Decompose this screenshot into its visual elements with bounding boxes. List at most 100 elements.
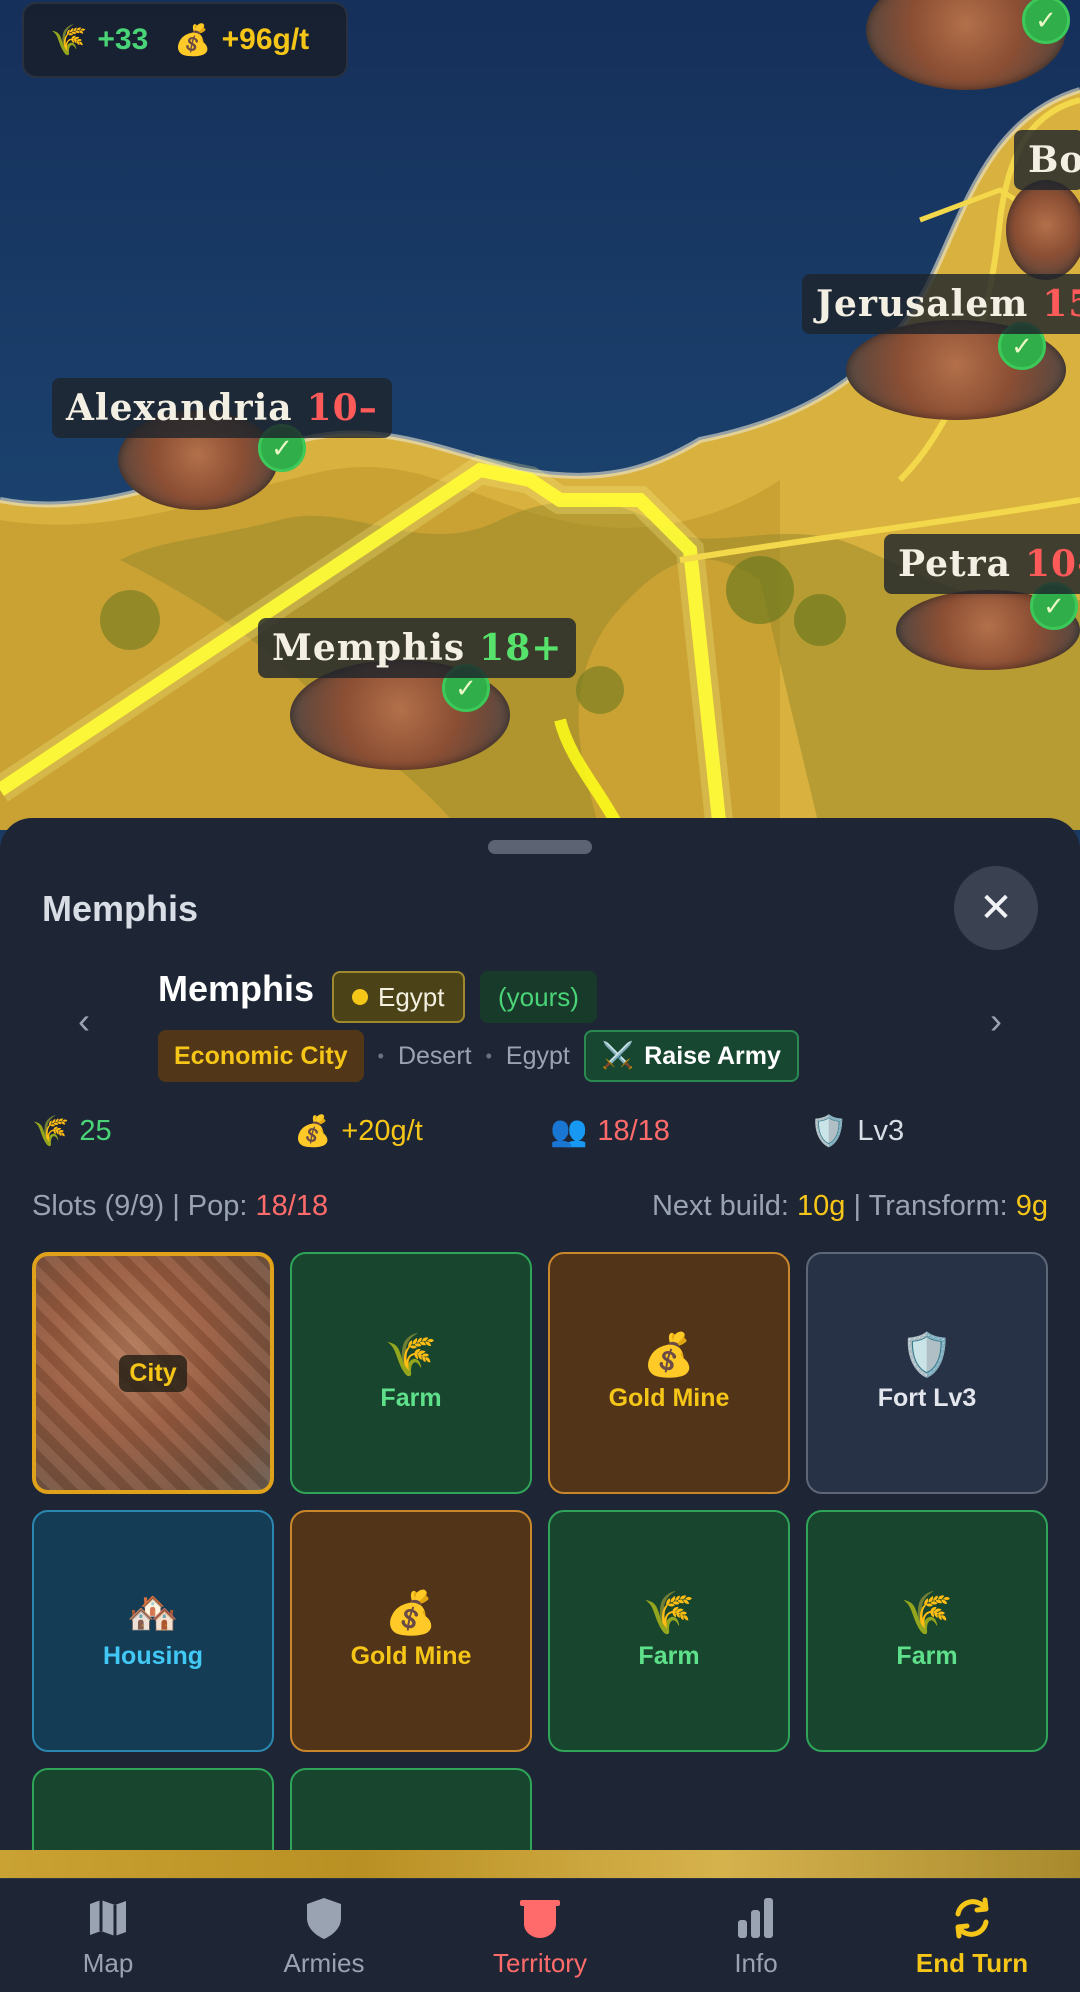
- slot-farm[interactable]: 🌾 Farm: [290, 1252, 532, 1494]
- map-label-level: 10–: [1024, 543, 1080, 585]
- refresh-icon: [955, 1897, 989, 1938]
- nav-end-turn[interactable]: End Turn: [864, 1879, 1080, 1992]
- slot-farm[interactable]: [32, 1768, 274, 1850]
- slot-label: Housing: [103, 1641, 203, 1670]
- money-bag-icon: 💰: [384, 1587, 438, 1637]
- nav-end-turn-label: End Turn: [915, 1947, 1029, 1978]
- sheet-drag-handle[interactable]: [488, 840, 592, 854]
- prev-city-button[interactable]: ‹: [64, 1000, 104, 1042]
- slots-summary: Slots (9/9) | Pop: 18/18: [32, 1190, 328, 1223]
- slot-label: Gold Mine: [350, 1641, 472, 1670]
- close-button[interactable]: ✕: [954, 866, 1038, 950]
- wheat-icon: 🌾: [384, 1329, 438, 1379]
- stat-population-value: 18/18: [597, 1115, 670, 1147]
- raise-army-label: Raise Army: [644, 1041, 781, 1070]
- slot-farm[interactable]: 🌾 Farm: [806, 1510, 1048, 1752]
- city-type-badge: Economic City: [158, 1030, 364, 1082]
- nav-map[interactable]: Map: [0, 1879, 216, 1992]
- terrain-label: Desert: [397, 1041, 472, 1070]
- nav-territory-label: Territory: [493, 1947, 587, 1978]
- next-build-cost: 10g: [797, 1190, 846, 1222]
- build-separator: |: [853, 1190, 862, 1222]
- nav-armies[interactable]: Armies: [216, 1879, 432, 1992]
- stat-fort: 🛡️ Lv3: [810, 1114, 904, 1149]
- build-cost-summary: Next build: 10g | Transform: 9g: [652, 1190, 1048, 1223]
- stat-food-value: 25: [79, 1115, 112, 1147]
- city-name: Memphis: [158, 968, 315, 1009]
- sheet-title: Memphis: [42, 888, 199, 929]
- slot-fort[interactable]: 🛡️ Fort Lv3: [806, 1252, 1048, 1494]
- houses-icon: 🏘️: [126, 1587, 180, 1637]
- nav-territory[interactable]: Territory: [432, 1879, 648, 1992]
- map-label-name: Alexandria: [66, 387, 293, 429]
- stat-population: 👥 18/18: [550, 1114, 670, 1149]
- region-label: Egypt: [505, 1041, 570, 1070]
- map-label-petra[interactable]: Petra 10–: [884, 534, 1080, 594]
- nation-color-dot: [352, 989, 368, 1005]
- slot-label: City: [119, 1354, 187, 1392]
- wheat-icon: 🌾: [32, 1114, 70, 1149]
- map-label-jerusalem[interactable]: Jerusalem 15: [802, 274, 1080, 334]
- stat-fort-value: Lv3: [857, 1115, 905, 1147]
- slot-gold-mine[interactable]: 💰 Gold Mine: [290, 1510, 532, 1752]
- slot-city[interactable]: City: [32, 1252, 274, 1494]
- money-bag-icon: 💰: [294, 1114, 332, 1149]
- nav-info[interactable]: Info: [648, 1879, 864, 1992]
- map-label-name: Memphis: [272, 627, 466, 669]
- food-income-value: +33: [97, 23, 149, 56]
- slot-label: Farm: [380, 1383, 442, 1412]
- slots-label: Slots (9/9) | Pop:: [32, 1190, 248, 1222]
- money-bag-icon: 💰: [174, 22, 212, 58]
- raise-army-button[interactable]: ⚔️ Raise Army: [583, 1030, 799, 1082]
- nation-badge: Egypt: [332, 971, 465, 1023]
- next-city-button[interactable]: ›: [976, 1000, 1016, 1042]
- map-label-level: 18+: [479, 627, 563, 669]
- resource-summary: 🌾 +33 💰 +96g/t: [22, 2, 348, 78]
- next-build-label: Next build:: [651, 1190, 789, 1222]
- nav-map-label: Map: [82, 1947, 134, 1978]
- bottom-navigation: Map Armies Territory Info End Turn: [0, 1878, 1080, 1992]
- shield-icon: 🛡️: [810, 1114, 848, 1149]
- map-label-bo[interactable]: Bo: [1014, 130, 1080, 190]
- slot-label: Farm: [896, 1641, 958, 1670]
- slot-label: Gold Mine: [608, 1383, 730, 1412]
- money-bag-icon: 💰: [642, 1329, 696, 1379]
- shield-icon: [307, 1897, 341, 1939]
- transform-label: Transform:: [868, 1190, 1008, 1222]
- nation-name: Egypt: [378, 981, 445, 1012]
- map-label-memphis[interactable]: Memphis 18+: [258, 618, 577, 678]
- wheat-icon: 🌾: [900, 1587, 954, 1637]
- people-icon: 👥: [550, 1114, 588, 1149]
- map-icon: [90, 1899, 126, 1936]
- bar-chart-icon: [738, 1897, 773, 1938]
- food-income: 🌾 +33: [50, 23, 148, 58]
- map-label-name: Bo: [1028, 139, 1080, 181]
- map-city-bo-tile[interactable]: [1006, 180, 1080, 280]
- nav-info-label: Info: [734, 1947, 778, 1978]
- slot-gold-mine[interactable]: 💰 Gold Mine: [548, 1252, 790, 1494]
- stat-gold-value: +20g/t: [341, 1115, 423, 1147]
- wheat-icon: 🌾: [50, 22, 88, 58]
- city-detail-sheet: Memphis ✕ ‹ › Memphis Egypt (yours) Econ…: [0, 818, 1080, 1850]
- wheat-icon: 🌾: [642, 1587, 696, 1637]
- slots-pop-value: 18/18: [255, 1190, 329, 1222]
- city-meta-row: Economic City • Desert • Egypt ⚔️ Raise …: [158, 1030, 799, 1082]
- transform-cost: 9g: [1015, 1190, 1048, 1222]
- gold-income-value: +96g/t: [221, 23, 310, 56]
- slot-farm[interactable]: 🌾 Farm: [548, 1510, 790, 1752]
- nav-armies-label: Armies: [283, 1947, 365, 1978]
- slot-farm[interactable]: [290, 1768, 532, 1850]
- city-stats: 🌾 25 💰 +20g/t 👥 18/18 🛡️ Lv3: [32, 1114, 1048, 1164]
- gold-income: 💰 +96g/t: [174, 23, 309, 58]
- banner-icon: [520, 1899, 560, 1938]
- slot-housing[interactable]: 🏘️ Housing: [32, 1510, 274, 1752]
- separator-dot: •: [377, 1045, 384, 1066]
- slot-label: Fort Lv3: [877, 1383, 977, 1412]
- stat-gold: 💰 +20g/t: [294, 1114, 423, 1149]
- ownership-badge: (yours): [480, 971, 597, 1023]
- map-label-alexandria[interactable]: Alexandria 10–: [52, 378, 392, 438]
- slot-label: Farm: [638, 1641, 700, 1670]
- map-label-level: 10–: [306, 387, 378, 429]
- stat-food: 🌾 25: [32, 1114, 112, 1149]
- map-label-name: Jerusalem: [816, 283, 1029, 325]
